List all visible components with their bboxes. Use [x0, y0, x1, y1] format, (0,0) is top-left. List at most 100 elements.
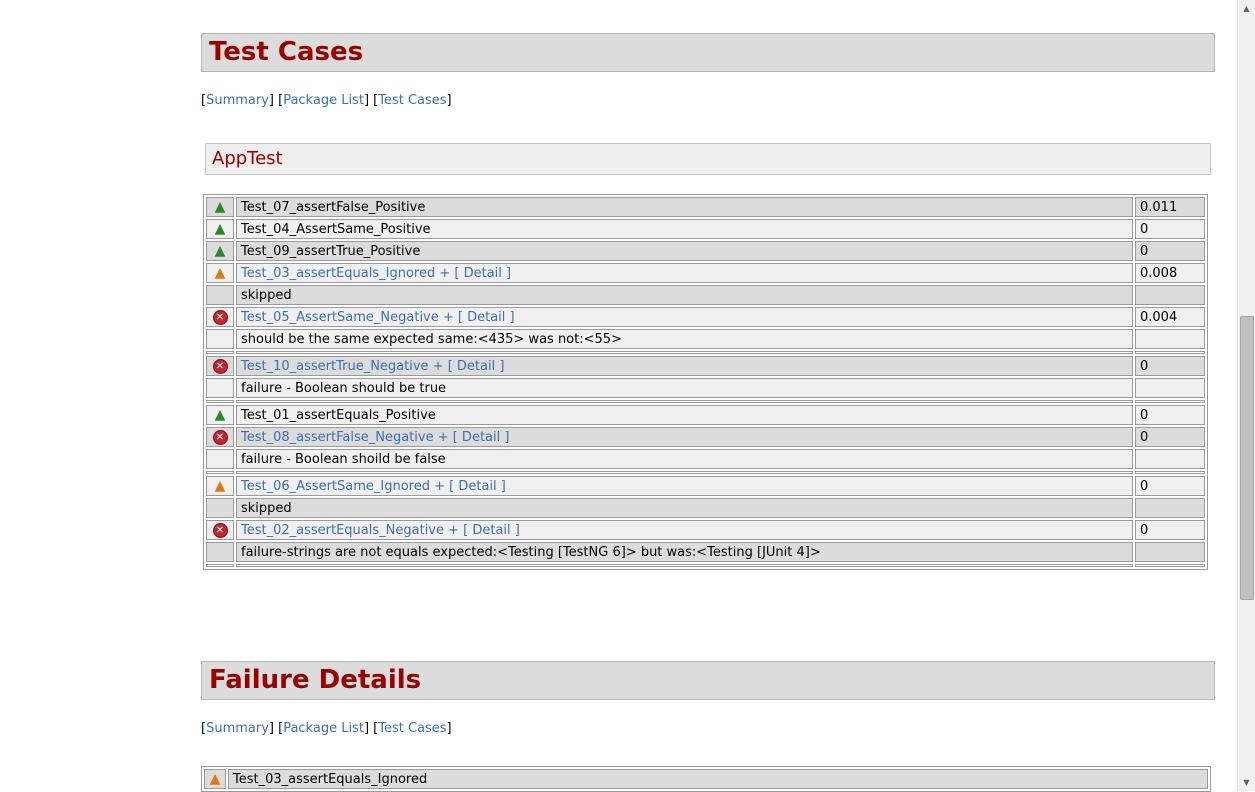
separator-cell: [1135, 471, 1205, 474]
test-time-cell: 0.004: [1135, 307, 1205, 327]
failure-details-title: Failure Details: [209, 665, 422, 695]
package-list-link[interactable]: Package List: [283, 721, 364, 736]
test-name-cell: Test_04_AssertSame_Positive: [236, 219, 1133, 239]
status-cell: ▲: [206, 405, 234, 425]
status-cell: [206, 378, 234, 398]
status-cell: ▲: [206, 197, 234, 217]
test-result-row: ✕ Test_08_assertFalse_Negative + [ Detail…: [206, 427, 1205, 447]
failure-test-name: Test_03_assertEquals_Ignored: [228, 769, 1208, 789]
separator-cell: [206, 400, 234, 403]
status-cell: ✕: [206, 520, 234, 540]
test-name-cell: Test_10_assertTrue_Negative + [ Detail ]: [236, 356, 1133, 376]
test-time-cell: 0: [1135, 520, 1205, 540]
test-result-row: ✕ Test_10_assertTrue_Negative + [ Detail …: [206, 356, 1205, 376]
status-cell: ✕: [206, 427, 234, 447]
pass-check-icon: ▲: [214, 406, 226, 423]
test-name-cell: Test_03_assertEquals_Ignored + [ Detail …: [236, 263, 1133, 283]
fail-x-icon: ✕: [212, 358, 228, 374]
test-detail-link[interactable]: Test_08_assertFalse_Negative + [ Detail …: [241, 430, 509, 445]
test-time-cell: 0: [1135, 356, 1205, 376]
empty-time-cell: [1135, 498, 1205, 518]
test-result-row: ▲ Test_06_AssertSame_Ignored + [ Detail ]…: [206, 476, 1205, 496]
test-result-row: ▲ Test_07_assertFalse_Positive 0.011: [206, 197, 1205, 217]
test-name-cell: Test_06_AssertSame_Ignored + [ Detail ]: [236, 476, 1133, 496]
test-cases-title: Test Cases: [209, 37, 364, 67]
separator-row: [206, 471, 1205, 474]
test-detail-link[interactable]: Test_10_assertTrue_Negative + [ Detail ]: [241, 359, 504, 374]
class-name: AppTest: [212, 148, 283, 169]
empty-time-cell: [1135, 329, 1205, 349]
empty-time-cell: [1135, 285, 1205, 305]
test-name-cell: Test_05_AssertSame_Negative + [ Detail ]: [236, 307, 1133, 327]
failure-details-header: Failure Details: [201, 661, 1215, 700]
status-cell: ✕: [206, 356, 234, 376]
test-time-cell: 0: [1135, 405, 1205, 425]
empty-time-cell: [1135, 378, 1205, 398]
test-message-cell: skipped: [236, 498, 1133, 518]
separator-cell: [1135, 351, 1205, 354]
separator-row: [206, 400, 1205, 403]
test-name-cell: Test_01_assertEquals_Positive: [236, 405, 1133, 425]
separator-row: [206, 564, 1205, 567]
test-cases-link[interactable]: Test Cases: [378, 721, 446, 736]
test-detail-link[interactable]: Test_02_assertEquals_Negative + [ Detail…: [241, 523, 520, 538]
test-detail-link[interactable]: Test_05_AssertSame_Negative + [ Detail ]: [241, 310, 515, 325]
status-cell: ▲: [206, 241, 234, 261]
status-cell: [206, 498, 234, 518]
vertical-scrollbar[interactable]: ▲ ▼: [1237, 0, 1255, 791]
test-cases-nav: [Summary] [Package List] [Test Cases]: [201, 93, 452, 108]
scroll-down-icon[interactable]: ▼: [1238, 774, 1255, 791]
test-time-cell: 0: [1135, 219, 1205, 239]
summary-link[interactable]: Summary: [206, 721, 269, 736]
test-cases-link[interactable]: Test Cases: [378, 93, 446, 108]
test-detail-link[interactable]: Test_06_AssertSame_Ignored + [ Detail ]: [241, 479, 506, 494]
test-result-row: ▲ Test_03_assertEquals_Ignored + [ Detail…: [206, 263, 1205, 283]
status-cell: [206, 449, 234, 469]
scroll-up-icon[interactable]: ▲: [1238, 0, 1255, 17]
test-name-cell: Test_07_assertFalse_Positive: [236, 197, 1133, 217]
separator-cell: [236, 564, 1133, 567]
test-detail-link[interactable]: Test_03_assertEquals_Ignored + [ Detail …: [241, 266, 511, 281]
test-message-cell: should be the same expected same:<435> w…: [236, 329, 1133, 349]
failure-details-nav: [Summary] [Package List] [Test Cases]: [201, 721, 452, 736]
test-message-row: failure - Boolean shoild be false: [206, 449, 1205, 469]
test-result-row: ▲ Test_04_AssertSame_Positive 0: [206, 219, 1205, 239]
warning-triangle-icon: ▲: [209, 770, 221, 787]
status-cell: [206, 285, 234, 305]
status-cell: ▲: [206, 219, 234, 239]
test-time-cell: 0: [1135, 476, 1205, 496]
test-time-cell: 0.008: [1135, 263, 1205, 283]
pass-check-icon: ▲: [214, 220, 226, 237]
empty-time-cell: [1135, 449, 1205, 469]
failure-status-cell: ▲: [204, 769, 226, 789]
test-message-row: skipped: [206, 285, 1205, 305]
test-name-cell: Test_09_assertTrue_Positive: [236, 241, 1133, 261]
test-message-cell: failure - Boolean shoild be false: [236, 449, 1133, 469]
test-message-row: failure-strings are not equals expected:…: [206, 542, 1205, 562]
warning-triangle-icon: ▲: [214, 264, 226, 281]
separator-cell: [236, 471, 1133, 474]
status-cell: ▲: [206, 476, 234, 496]
status-cell: ▲: [206, 263, 234, 283]
test-results-table: ▲ Test_07_assertFalse_Positive 0.011 ▲ Test_…: [203, 194, 1208, 570]
test-time-cell: 0: [1135, 427, 1205, 447]
fail-x-icon: ✕: [212, 522, 228, 538]
pass-check-icon: ▲: [214, 198, 226, 215]
package-list-link[interactable]: Package List: [283, 93, 364, 108]
test-message-cell: skipped: [236, 285, 1133, 305]
test-message-row: skipped: [206, 498, 1205, 518]
status-cell: ✕: [206, 307, 234, 327]
status-cell: [206, 329, 234, 349]
class-header: AppTest: [205, 143, 1211, 175]
warning-triangle-icon: ▲: [214, 477, 226, 494]
fail-x-icon: ✕: [212, 309, 228, 325]
test-cases-header: Test Cases: [201, 33, 1215, 72]
separator-cell: [206, 351, 234, 354]
scroll-thumb[interactable]: [1240, 316, 1254, 600]
separator-row: [206, 351, 1205, 354]
separator-cell: [1135, 564, 1205, 567]
separator-cell: [236, 400, 1133, 403]
test-name-cell: Test_02_assertEquals_Negative + [ Detail…: [236, 520, 1133, 540]
summary-link[interactable]: Summary: [206, 93, 269, 108]
test-result-row: ✕ Test_02_assertEquals_Negative + [ Detai…: [206, 520, 1205, 540]
